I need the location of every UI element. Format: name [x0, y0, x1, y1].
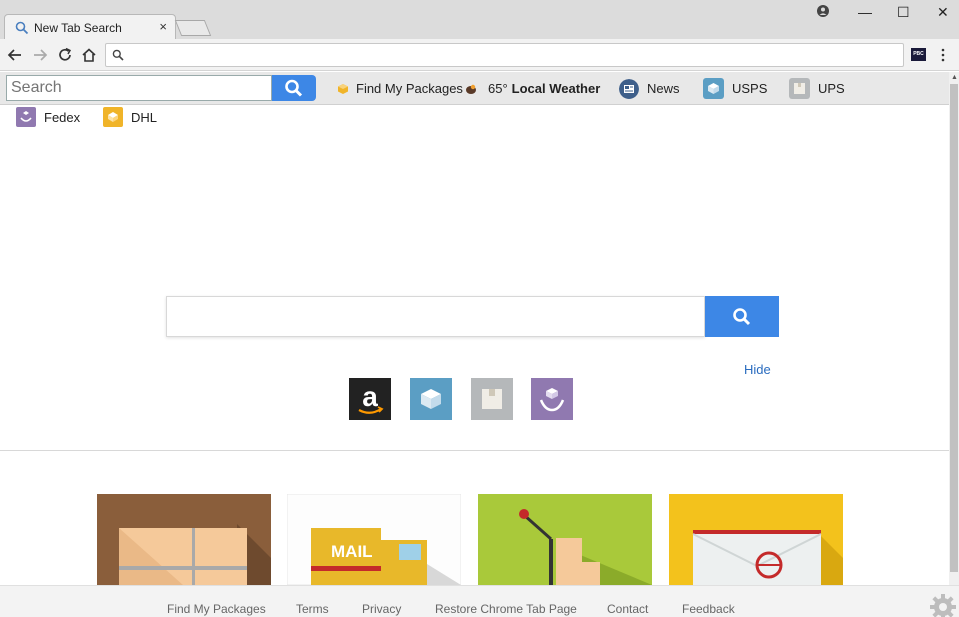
bar-item-usps[interactable]: USPS	[703, 72, 767, 105]
bar-item-news[interactable]: News	[619, 72, 680, 105]
gear-icon[interactable]	[929, 593, 957, 617]
dhl-icon	[103, 107, 123, 127]
search-icon	[285, 79, 303, 97]
bar-item-label: Local Weather	[511, 81, 601, 96]
browser-toolbar: PBC	[0, 39, 959, 71]
svg-text:a: a	[362, 381, 378, 412]
amazon-icon[interactable]: a	[349, 378, 391, 420]
new-tab-button[interactable]	[174, 20, 212, 36]
home-icon[interactable]	[80, 46, 98, 64]
minimize-button[interactable]: —	[858, 4, 872, 20]
bar-item-dhl[interactable]: DHL	[103, 107, 157, 127]
ups-icon	[789, 78, 810, 99]
footer-link-privacy[interactable]: Privacy	[362, 602, 401, 616]
scrollbar-thumb[interactable]	[950, 84, 958, 572]
extension-icon[interactable]: PBC	[911, 48, 926, 61]
footer-link-feedback[interactable]: Feedback	[682, 602, 735, 616]
fedex-icon	[16, 107, 36, 127]
main-search-button[interactable]	[705, 296, 779, 337]
hide-link[interactable]: Hide	[744, 362, 771, 377]
usps-icon	[703, 78, 724, 99]
address-bar[interactable]	[105, 43, 904, 67]
reload-icon[interactable]	[56, 46, 74, 64]
card-package[interactable]	[97, 494, 271, 585]
main-search-input[interactable]	[166, 296, 705, 337]
card-hand-truck[interactable]	[478, 494, 652, 585]
account-icon[interactable]	[817, 5, 829, 17]
weather-temperature: 65°	[488, 81, 508, 96]
ups-icon[interactable]	[471, 378, 513, 420]
section-divider	[0, 450, 949, 451]
extension-toolbar: Find My Packages 65° Local Weather News …	[0, 72, 949, 105]
bar-item-label: Fedex	[44, 109, 81, 125]
package-icon	[338, 83, 348, 94]
footer-link-terms[interactable]: Terms	[296, 602, 329, 616]
maximize-button[interactable]: ☐	[897, 4, 910, 21]
usps-icon[interactable]	[410, 378, 452, 420]
browser-titlebar: New Tab Search × — ☐ ✕	[0, 0, 959, 40]
bar-item-label: USPS	[732, 81, 768, 96]
tab-close-button[interactable]: ×	[159, 19, 167, 34]
search-icon	[112, 49, 124, 61]
close-window-button[interactable]: ✕	[937, 4, 949, 21]
search-icon	[733, 308, 751, 326]
card-mail-text: MAIL	[331, 542, 373, 561]
footer-link-contact[interactable]: Contact	[607, 602, 648, 616]
tab-title: New Tab Search	[34, 21, 122, 35]
browser-tab[interactable]: New Tab Search ×	[4, 14, 176, 40]
bar-item-label: Find My Packages	[356, 81, 463, 96]
bar-item-find-my-packages[interactable]: Find My Packages	[337, 72, 463, 105]
bar-item-label: News	[647, 81, 680, 96]
bar-item-fedex[interactable]: Fedex	[16, 107, 80, 127]
toolbar-search-input[interactable]	[6, 75, 272, 101]
more-menu-icon[interactable]	[941, 48, 945, 62]
bar-item-local-weather[interactable]: 65° Local Weather	[464, 72, 600, 105]
footer: Find My Packages Terms Privacy Restore C…	[0, 585, 959, 617]
news-icon	[619, 78, 639, 99]
bar-item-label: DHL	[131, 109, 158, 125]
scroll-up-arrow-icon[interactable]: ▲	[951, 74, 958, 81]
bar-item-label: UPS	[818, 81, 845, 96]
bar-item-ups[interactable]: UPS	[789, 72, 845, 105]
weather-icon	[466, 84, 476, 94]
footer-link-restore-chrome-tab[interactable]: Restore Chrome Tab Page	[435, 602, 577, 616]
fedex-icon[interactable]	[531, 378, 573, 420]
search-icon	[15, 21, 29, 35]
back-arrow-icon[interactable]	[6, 46, 24, 64]
card-mail-truck[interactable]: MAIL	[287, 494, 461, 585]
toolbar-search-button[interactable]	[272, 75, 316, 101]
forward-arrow-icon[interactable]	[31, 46, 49, 64]
card-envelope[interactable]	[669, 494, 843, 585]
footer-link-find-my-packages[interactable]: Find My Packages	[167, 602, 266, 616]
